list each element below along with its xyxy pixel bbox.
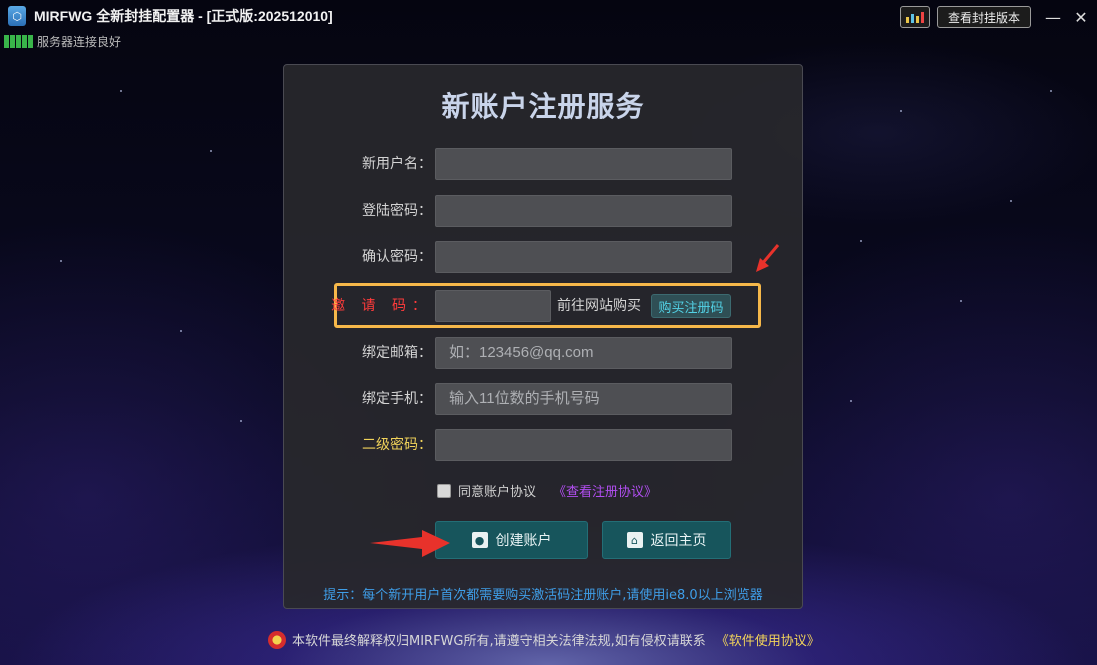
view-agreement-link[interactable]: 《查看注册协议》 xyxy=(553,481,657,500)
username-row: 新用户名： xyxy=(284,148,802,180)
confirm-password-label: 确认密码： xyxy=(362,249,432,265)
invite-code-row: 邀 请 码： 前往网站购买 购买注册码 xyxy=(284,290,802,322)
email-input[interactable]: 如：123456@qq.com xyxy=(435,337,732,369)
password-input[interactable] xyxy=(435,195,732,227)
footer: 本软件最终解释权归MIRFWG所有,请遵守相关法律法规,如有侵权请联系 《软件使… xyxy=(268,630,820,649)
footer-text: 本软件最终解释权归MIRFWG所有,请遵守相关法律法规,如有侵权请联系 xyxy=(292,634,706,649)
register-panel: 新账户注册服务 新用户名： 登陆密码： 确认密码： 邀 请 码： 前往网站购买 … xyxy=(283,64,803,609)
username-label: 新用户名： xyxy=(362,156,432,172)
phone-row: 绑定手机： 输入11位数的手机号码 xyxy=(284,383,802,415)
agree-label[interactable]: 同意账户协议 xyxy=(458,481,536,500)
app-logo-icon: ⬡ xyxy=(8,6,26,26)
agree-row: 同意账户协议 《查看注册协议》 xyxy=(437,481,657,500)
invite-code-input[interactable] xyxy=(435,290,551,322)
close-button[interactable]: ✕ xyxy=(1068,4,1094,30)
secondary-password-input[interactable] xyxy=(435,429,732,461)
red-arrow-icon xyxy=(756,244,780,272)
create-account-label: 创建账户 xyxy=(495,533,552,549)
home-button-label: 返回主页 xyxy=(650,533,707,549)
email-label: 绑定邮箱： xyxy=(362,345,432,361)
buy-prompt-text: 前往网站购买 xyxy=(557,298,641,314)
email-row: 绑定邮箱： 如：123456@qq.com xyxy=(284,337,802,369)
signal-bars-icon xyxy=(4,35,33,48)
password-row: 登陆密码： xyxy=(284,195,802,227)
software-agreement-link[interactable]: 《软件使用协议》 xyxy=(716,630,820,649)
connection-status: 服务器连接良好 xyxy=(4,33,121,50)
password-label: 登陆密码： xyxy=(362,203,432,219)
tip-text: 提示：每个新开用户首次都需要购买激活码注册账户,请使用ie8.0以上浏览器 xyxy=(323,588,763,603)
secondary-password-row: 二级密码： xyxy=(284,429,802,461)
connection-status-text: 服务器连接良好 xyxy=(37,35,122,49)
agree-checkbox[interactable] xyxy=(437,483,451,498)
window-title: MIRFWG 全新封挂配置器 - [正式版:202512010] xyxy=(34,8,333,24)
home-icon: ⌂ xyxy=(626,532,643,548)
username-input[interactable] xyxy=(435,148,732,180)
view-version-button[interactable]: 查看封挂版本 xyxy=(937,6,1031,28)
chart-bars-icon xyxy=(906,17,909,23)
chart-button[interactable] xyxy=(900,6,930,28)
title-bar[interactable]: ⬡ MIRFWG 全新封挂配置器 - [正式版:202512010] xyxy=(0,0,1097,32)
confirm-password-row: 确认密码： xyxy=(284,241,802,273)
phone-label: 绑定手机： xyxy=(362,391,432,407)
red-arrow-icon xyxy=(370,530,450,557)
minimize-button[interactable]: — xyxy=(1040,4,1066,30)
secondary-password-label: 二级密码： xyxy=(362,437,432,453)
invite-code-label: 邀 请 码： xyxy=(331,298,432,314)
confirm-password-input[interactable] xyxy=(435,241,732,273)
phone-input[interactable]: 输入11位数的手机号码 xyxy=(435,383,732,415)
panel-title: 新账户注册服务 xyxy=(441,90,645,123)
home-button[interactable]: ⌂ 返回主页 xyxy=(602,521,731,559)
police-emblem-icon xyxy=(268,630,286,649)
buy-code-button[interactable]: 购买注册码 xyxy=(651,294,731,318)
create-account-button[interactable]: ● 创建账户 xyxy=(435,521,588,559)
user-icon: ● xyxy=(471,532,488,548)
